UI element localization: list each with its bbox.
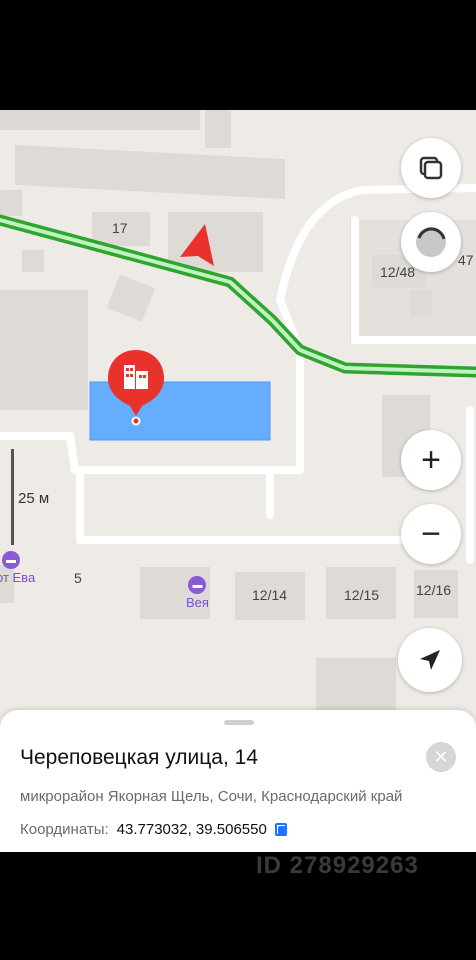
coords-value[interactable]: 43.773032, 39.506550 bbox=[117, 821, 267, 838]
close-button[interactable]: ✕ bbox=[426, 742, 456, 772]
minus-icon: − bbox=[421, 515, 441, 553]
zoom-out-button[interactable]: − bbox=[401, 504, 461, 564]
watermark-id: ID 278929263 bbox=[256, 852, 419, 879]
coords-label: Координаты: bbox=[20, 821, 109, 838]
poi-label: Вея bbox=[186, 595, 209, 610]
place-subtitle: микрорайон Якорная Щель, Сочи, Краснодар… bbox=[20, 788, 403, 805]
traffic-button[interactable] bbox=[401, 212, 461, 272]
scale-label: 25 м bbox=[18, 490, 50, 507]
hotel-icon: ▬ bbox=[2, 551, 20, 569]
close-icon: ✕ bbox=[433, 747, 449, 767]
traffic-icon bbox=[416, 227, 446, 257]
poi-vea[interactable]: ▬ Вея bbox=[186, 576, 209, 610]
building-marker[interactable] bbox=[106, 348, 166, 428]
copy-icon[interactable] bbox=[274, 823, 287, 836]
direction-arrow-icon bbox=[180, 224, 214, 266]
road bbox=[76, 466, 404, 544]
place-card[interactable]: Череповецкая улица, 14 ✕ микрорайон Якор… bbox=[0, 710, 476, 852]
layers-button[interactable] bbox=[401, 138, 461, 198]
location-arrow-icon bbox=[420, 650, 440, 670]
zoom-in-button[interactable]: + bbox=[401, 430, 461, 490]
poi-label: от Ева bbox=[0, 570, 36, 585]
place-title: Череповецкая улица, 14 bbox=[20, 746, 259, 769]
layers-icon bbox=[419, 156, 443, 180]
coordinates-row: Координаты: 43.773032, 39.506550 bbox=[20, 821, 287, 838]
poi-eva[interactable]: ▬ от Ева bbox=[0, 551, 35, 585]
locate-button[interactable] bbox=[398, 628, 462, 692]
building-icon bbox=[108, 350, 164, 426]
scale-bar bbox=[11, 449, 14, 545]
drag-handle[interactable] bbox=[224, 720, 254, 725]
map-screen: 17 12/48 47 5 12/14 12/15 12/16 ▬ Вея ▬ … bbox=[0, 110, 476, 852]
hotel-icon: ▬ bbox=[188, 576, 207, 594]
plus-icon: + bbox=[421, 441, 441, 479]
